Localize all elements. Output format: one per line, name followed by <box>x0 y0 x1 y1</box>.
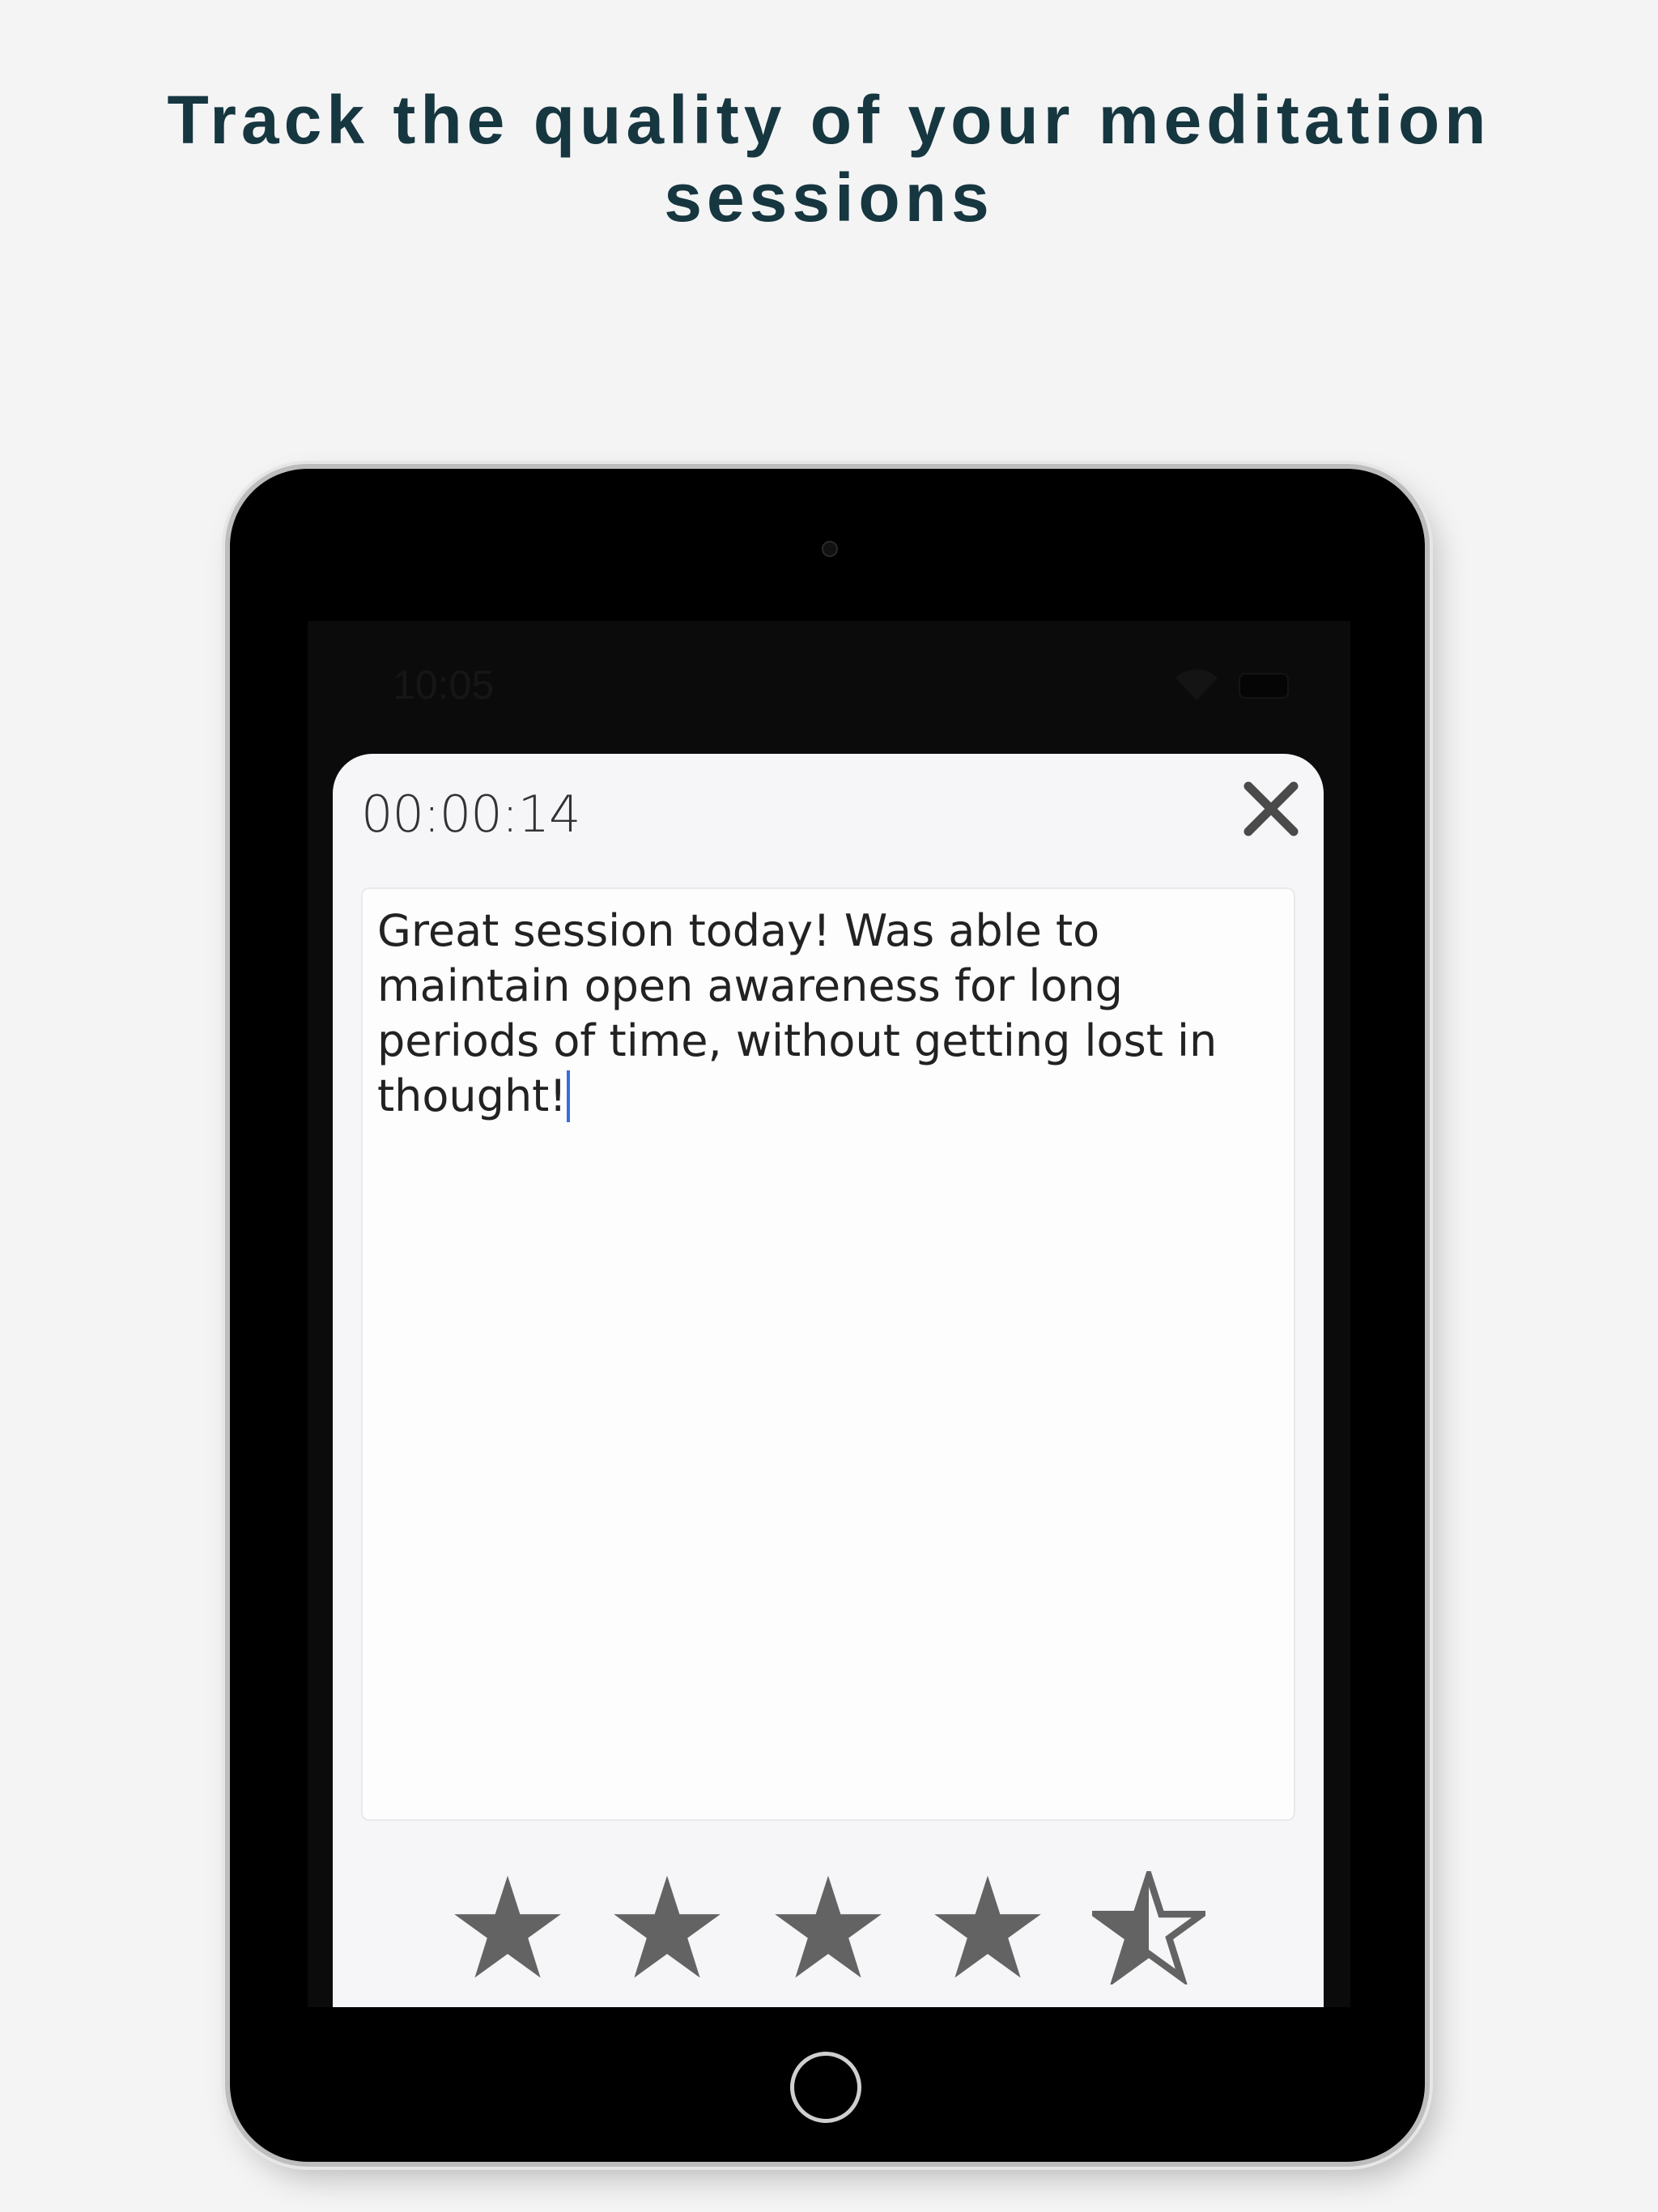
close-icon[interactable] <box>1240 778 1302 840</box>
home-button[interactable] <box>790 2052 861 2123</box>
device-screen: 10:05 00:00:14 Great session today! Was … <box>308 621 1350 2007</box>
notes-text: Great session today! Was able to maintai… <box>377 905 1218 1121</box>
text-caret <box>566 1070 570 1122</box>
star-rating[interactable] <box>333 1871 1324 1993</box>
session-timer: 00:00:14 <box>361 785 580 844</box>
wifi-icon <box>1175 669 1218 700</box>
star-full-icon[interactable] <box>931 1871 1044 1984</box>
notes-textarea[interactable]: Great session today! Was able to maintai… <box>361 887 1295 1821</box>
session-sheet: 00:00:14 Great session today! Was able t… <box>333 754 1324 2007</box>
status-time: 10:05 <box>393 662 495 708</box>
star-half-icon[interactable] <box>1092 1871 1205 1984</box>
camera-icon <box>822 541 838 557</box>
headline: Track the quality of your meditation ses… <box>167 82 1491 236</box>
star-full-icon[interactable] <box>772 1871 885 1984</box>
star-full-icon[interactable] <box>610 1871 724 1984</box>
battery-icon <box>1239 673 1289 699</box>
star-full-icon[interactable] <box>451 1871 564 1984</box>
